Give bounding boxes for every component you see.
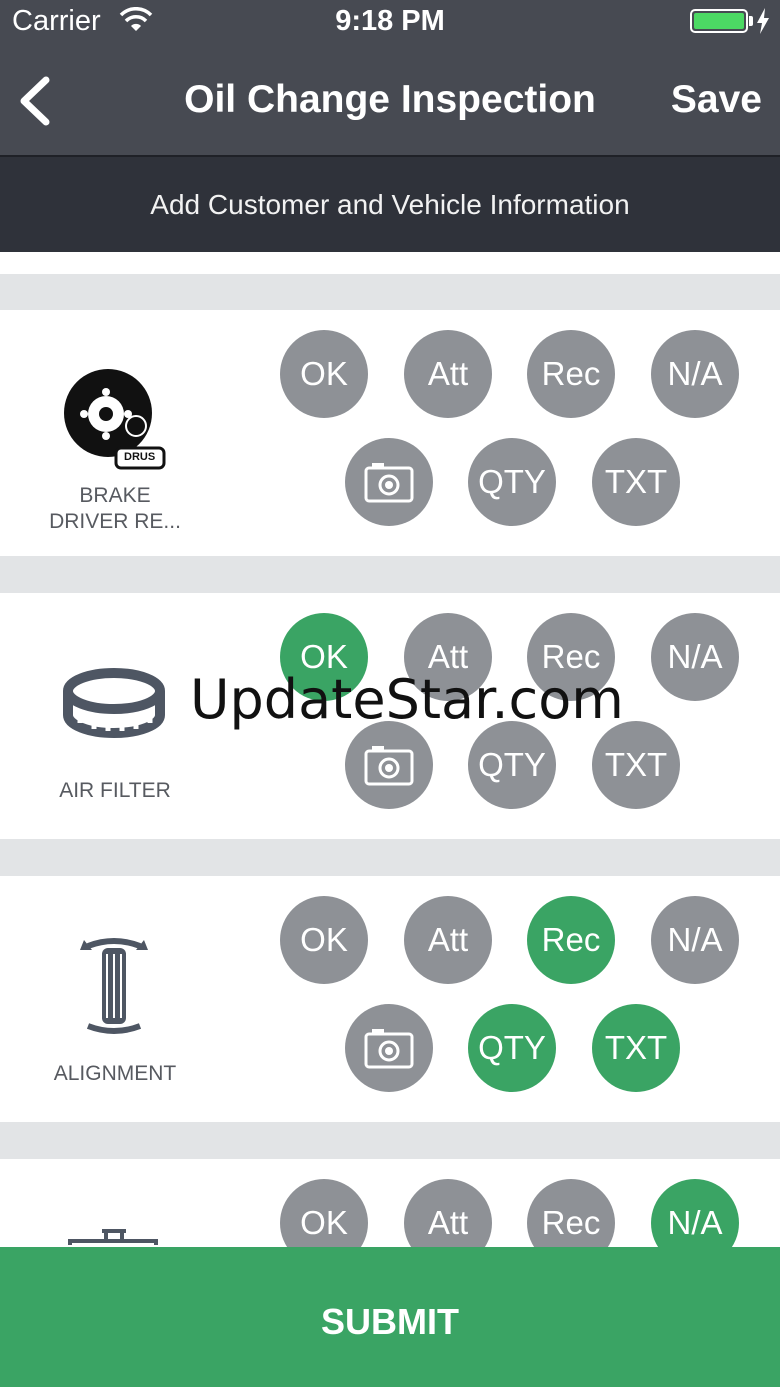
photo-button[interactable]: [345, 721, 433, 809]
status-time: 9:18 PM: [335, 5, 445, 37]
camera-icon: [364, 463, 414, 503]
quantity-button[interactable]: QTY: [468, 438, 556, 526]
attention-button[interactable]: Att: [404, 896, 492, 984]
ok-button[interactable]: OK: [280, 330, 368, 418]
text-note-button[interactable]: TXT: [592, 438, 680, 526]
photo-button[interactable]: [345, 438, 433, 526]
camera-icon: [364, 746, 414, 786]
submit-label: SUBMIT: [321, 1301, 459, 1342]
watermark: UpdateStar.com: [190, 668, 624, 731]
attention-button[interactable]: Att: [404, 330, 492, 418]
quantity-button[interactable]: QTY: [468, 1004, 556, 1092]
alignment-icon: [80, 938, 148, 1034]
submit-button[interactable]: SUBMIT: [0, 1247, 780, 1387]
row-label: BRAKE DRIVER RE...: [49, 484, 181, 533]
inspection-row-alignment: ALIGNMENT OK Att Rec N/A QTY TXT: [0, 876, 780, 1122]
text-note-button[interactable]: TXT: [592, 1004, 680, 1092]
row-label: AIR FILTER: [59, 779, 171, 802]
not-applicable-button[interactable]: N/A: [651, 330, 739, 418]
battery-tip: [749, 16, 753, 26]
customer-vehicle-info-bar[interactable]: Add Customer and Vehicle Information: [0, 155, 780, 252]
status-bar: Carrier 9:18 PM: [0, 0, 780, 44]
camera-icon: [364, 1029, 414, 1069]
page-title: Oil Change Inspection: [184, 78, 596, 121]
row-label: ALIGNMENT: [53, 1062, 177, 1085]
save-button[interactable]: Save: [671, 78, 762, 122]
spacer: [0, 252, 780, 274]
ok-button[interactable]: OK: [280, 896, 368, 984]
inspection-row-brake: DRUS BRAKE DRIVER RE... OK Att Rec N/A Q…: [0, 310, 780, 556]
not-applicable-button[interactable]: N/A: [651, 896, 739, 984]
not-applicable-button[interactable]: N/A: [651, 613, 739, 701]
air-filter-icon: [63, 668, 165, 738]
quantity-button[interactable]: QTY: [468, 721, 556, 809]
customer-vehicle-info-link[interactable]: Add Customer and Vehicle Information: [0, 189, 780, 221]
fluid-reservoir-icon: [68, 1229, 158, 1245]
brake-icon-badge: DRUS: [124, 451, 156, 463]
recommend-button[interactable]: Rec: [527, 330, 615, 418]
back-chevron-icon[interactable]: [14, 76, 54, 126]
charging-bolt-icon: [757, 8, 769, 34]
text-note-button[interactable]: TXT: [592, 721, 680, 809]
photo-button[interactable]: [345, 1004, 433, 1092]
navigation-bar: Carrier 9:18 PM Oil Change Inspection Sa…: [0, 0, 780, 155]
battery-icon: [690, 9, 748, 33]
recommend-button[interactable]: Rec: [527, 896, 615, 984]
